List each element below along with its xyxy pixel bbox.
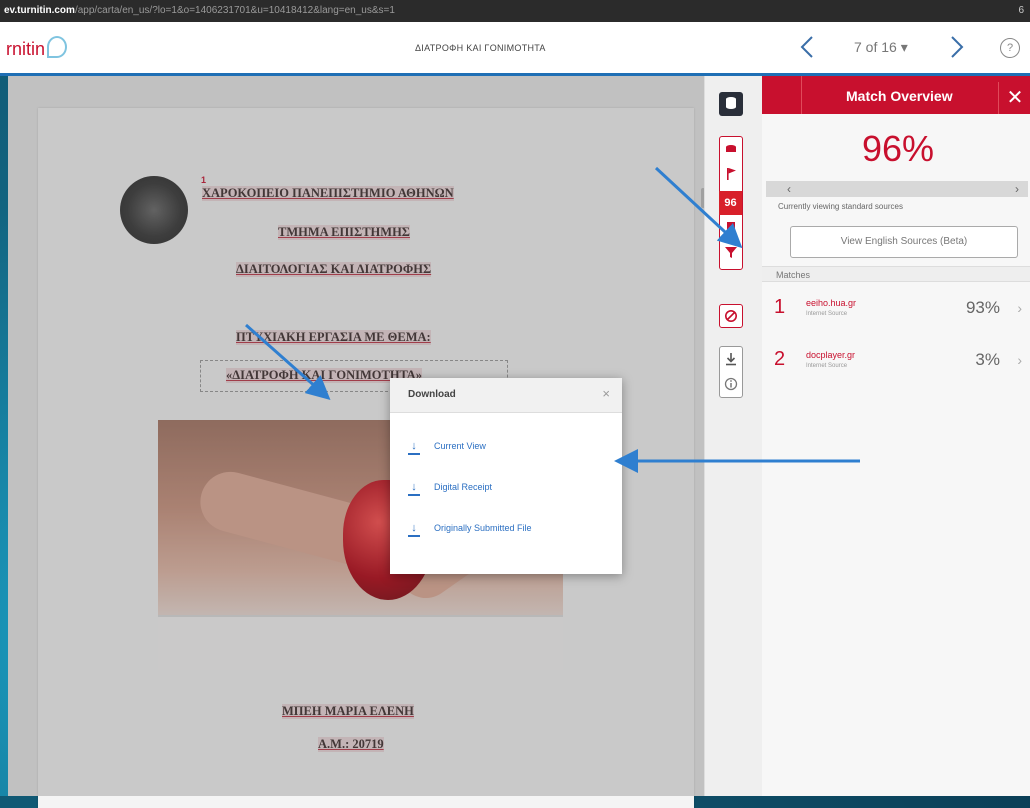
top-header: rnitin ΔΙΑΤΡΟΦΗ ΚΑΙ ΓΟΝΙΜΟΤΗΤΑ 7 of 16 ▾…: [0, 22, 1030, 76]
download-item-label: Originally Submitted File: [434, 523, 532, 533]
doc-line-thesis[interactable]: ΠΤΥΧΙΑΚΗ ΕΡΓΑΣΙΑ ΜΕ ΘΕΜΑ:: [236, 330, 431, 345]
close-icon[interactable]: ✕: [998, 82, 1030, 114]
doc-line-author[interactable]: ΜΠΕΗ ΜΑΡΙΑ ΕΛΕΝΗ: [282, 704, 414, 719]
similarity-score-badge[interactable]: 96: [719, 191, 742, 215]
source-scroll-bar[interactable]: ‹ ›: [766, 181, 1028, 197]
university-seal-image: [120, 176, 188, 244]
download-icon: ↓: [408, 439, 420, 455]
download-popup-header: Download ×: [390, 378, 622, 413]
download-popup-title: Download: [408, 389, 456, 400]
utility-tools-group: [719, 346, 743, 398]
download-popup: Download × ↓ Current View ↓ Digital Receip…: [390, 378, 622, 574]
view-english-sources-button[interactable]: View English Sources (Beta): [790, 226, 1018, 258]
extension-badge[interactable]: 6: [1018, 0, 1024, 22]
browser-url-bar[interactable]: ev.turnitin.com/app/carta/en_us/?lo=1&o=…: [0, 0, 1030, 22]
download-digital-receipt[interactable]: ↓ Digital Receipt: [408, 477, 492, 497]
app-window: ev.turnitin.com/app/carta/en_us/?lo=1&o=…: [0, 0, 1030, 808]
flag-icon[interactable]: [719, 163, 742, 187]
match-marker[interactable]: 1: [201, 175, 206, 185]
download-icon: ↓: [408, 521, 420, 537]
chevron-right-icon[interactable]: ›: [1010, 181, 1024, 197]
match-source-type: Internet Source: [806, 363, 848, 369]
doc-line-university[interactable]: ΧΑΡΟΚΟΠΕΙΟ ΠΑΝΕΠΙΣΤΗΜΙΟ ΑΘΗΝΩΝ: [202, 186, 454, 201]
match-source-type: Internet Source: [806, 311, 848, 317]
chevron-right-icon: [951, 36, 964, 58]
chevron-left-icon: [800, 36, 813, 58]
match-number: 2: [774, 348, 786, 370]
tool-strip: 96: [704, 76, 763, 796]
layers-icon[interactable]: [719, 139, 742, 163]
turnitin-logo: rnitin: [6, 36, 68, 60]
panel-title: Match Overview: [846, 88, 953, 104]
match-item[interactable]: 2 docplayer.gr Internet Source 3% ›: [762, 340, 1030, 386]
match-source[interactable]: eeiho.hua.gr: [806, 298, 856, 308]
document-title: ΔΙΑΤΡΟΦΗ ΚΑΙ ΓΟΝΙΜΟΤΗΤΑ: [415, 43, 546, 53]
logo-swoosh-icon: [47, 36, 68, 58]
match-number: 1: [774, 296, 786, 318]
match-overview-panel: Match Overview ✕ 96% ‹ › Currently viewi…: [762, 76, 1030, 796]
download-item-label: Current View: [434, 441, 486, 451]
chevron-right-icon[interactable]: ›: [1017, 300, 1022, 316]
chevron-right-icon[interactable]: ›: [1017, 352, 1022, 368]
filter-icon[interactable]: [719, 241, 742, 265]
help-icon[interactable]: ?: [1000, 38, 1020, 58]
page-selector[interactable]: 7 of 16 ▾: [854, 39, 908, 56]
download-icon[interactable]: [719, 348, 742, 372]
exclude-icon[interactable]: [719, 304, 743, 328]
match-percent: 3%: [975, 350, 1000, 369]
panel-header: Match Overview ✕: [762, 76, 1030, 114]
chevron-left-icon[interactable]: ‹: [782, 181, 796, 197]
match-tools-group: 96: [719, 136, 743, 270]
doc-line-field[interactable]: ΔΙΑΙΤΟΛΟΓΙΑΣ ΚΑΙ ΔΙΑΤΡΟΦΗΣ: [236, 262, 432, 277]
panel-left-tab[interactable]: [762, 76, 802, 114]
download-item-label: Digital Receipt: [434, 482, 493, 492]
info-icon[interactable]: [719, 373, 742, 397]
database-icon[interactable]: [719, 92, 743, 116]
url-path: /app/carta/en_us/?lo=1&o=1406231701&u=10…: [74, 5, 395, 16]
url-host: ev.turnitin.com: [4, 5, 75, 16]
viewing-sources-text: Currently viewing standard sources: [778, 202, 903, 211]
bookmark-icon[interactable]: [719, 217, 742, 241]
logo-text: rnitin: [6, 39, 46, 59]
close-icon[interactable]: ×: [602, 386, 610, 401]
next-page-button[interactable]: [946, 34, 968, 60]
overall-similarity: 96%: [862, 128, 935, 169]
download-original-file[interactable]: ↓ Originally Submitted File: [408, 518, 532, 538]
match-item[interactable]: 1 eeiho.hua.gr Internet Source 93% ›: [762, 288, 1030, 334]
match-source[interactable]: docplayer.gr: [806, 350, 855, 360]
download-icon: ↓: [408, 480, 420, 496]
matches-label: Matches: [762, 266, 1030, 282]
doc-line-am[interactable]: Α.Μ.: 20719: [318, 737, 384, 752]
doc-line-department[interactable]: ΤΜΗΜΑ ΕΠΙΣΤΗΜΗΣ: [278, 225, 410, 240]
match-percent: 93%: [965, 298, 1000, 317]
download-current-view[interactable]: ↓ Current View: [408, 436, 486, 456]
previous-page-button[interactable]: [796, 34, 818, 60]
waistband-shape: [158, 615, 563, 670]
